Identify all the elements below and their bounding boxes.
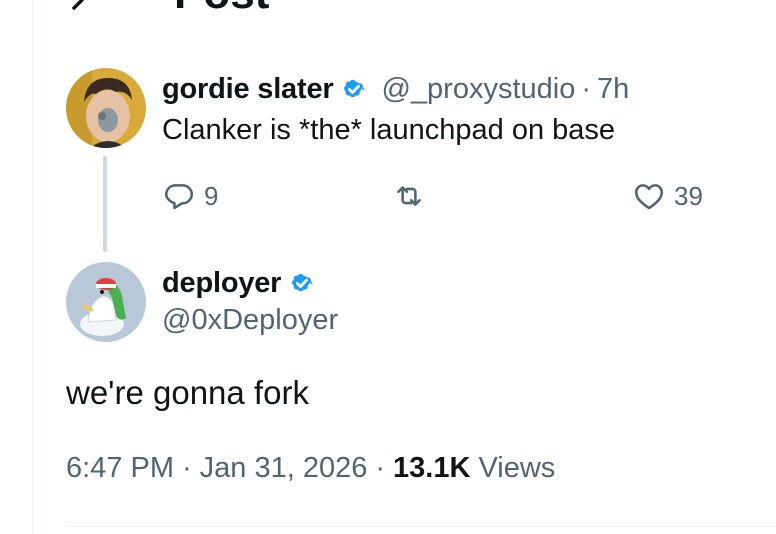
avatar-image: [66, 262, 146, 342]
avatar-deployer[interactable]: [66, 262, 146, 342]
post-date[interactable]: Jan 31, 2026: [200, 452, 368, 485]
page-title: Post: [174, 0, 269, 16]
back-arrow-icon[interactable]: [60, 0, 100, 12]
main-tweet-text: we're gonna fork: [66, 374, 309, 411]
parent-action-bar: 9 39: [162, 176, 722, 216]
parent-author-row: gordie slater @_proxystudio · 7h: [162, 70, 629, 108]
heart-icon: [634, 184, 664, 210]
avatar-image: [66, 68, 146, 148]
views-count[interactable]: 13.1K: [393, 452, 470, 485]
main-author-row: deployer: [162, 264, 317, 302]
thread-connector-line: [103, 156, 107, 252]
reply-count: 9: [204, 180, 219, 211]
retweet-button[interactable]: [392, 176, 426, 216]
reply-icon: [164, 184, 194, 210]
like-count: 39: [674, 180, 703, 211]
main-handle[interactable]: @0xDeployer: [162, 304, 338, 337]
verified-badge-icon[interactable]: [339, 74, 369, 104]
section-divider: [66, 526, 776, 527]
parent-display-name[interactable]: gordie slater: [162, 73, 334, 106]
like-button[interactable]: 39: [632, 176, 703, 216]
parent-timestamp[interactable]: 7h: [597, 73, 629, 106]
views-label: Views: [478, 452, 556, 484]
post-page: Post gordie slater @_proxystudio · 7h Cl…: [0, 0, 776, 534]
retweet-icon: [397, 186, 421, 206]
separator-dot: ·: [182, 452, 192, 484]
column-border: [32, 0, 33, 534]
parent-tweet-text: Clanker is *the* launchpad on base: [162, 114, 616, 146]
reply-button[interactable]: 9: [162, 176, 218, 216]
post-time[interactable]: 6:47 PM: [66, 452, 174, 485]
post-metadata: 6:47 PM · Jan 31, 2026 · 13.1K Views: [66, 452, 555, 485]
separator-dot: ·: [375, 452, 386, 484]
separator-dot: ·: [581, 72, 592, 105]
avatar-gordie-slater[interactable]: [66, 68, 146, 148]
main-display-name[interactable]: deployer: [162, 267, 281, 300]
parent-handle[interactable]: @_proxystudio: [381, 73, 575, 106]
verified-badge-icon[interactable]: [287, 268, 317, 298]
